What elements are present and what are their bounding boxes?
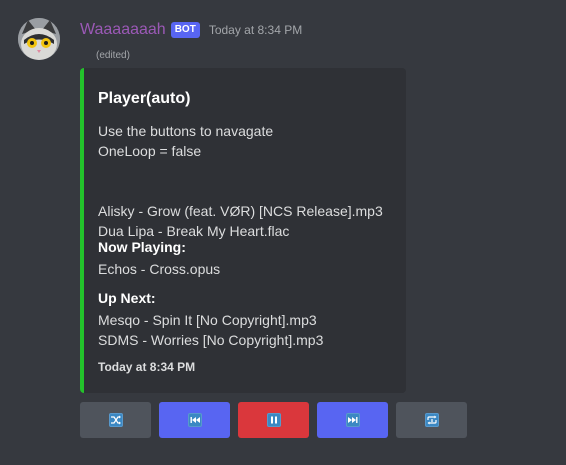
now-playing-track: Echos - Cross.opus xyxy=(98,261,221,277)
shuffle-icon xyxy=(108,413,123,427)
description-line: OneLoop = false xyxy=(98,143,202,159)
previous-track-button[interactable] xyxy=(159,402,230,438)
player-embed: Player(auto) Use the buttons to navagate… xyxy=(80,68,406,393)
now-playing-value: Echos - Cross.opus xyxy=(98,259,220,279)
next-track-button[interactable] xyxy=(317,402,388,438)
next-track-icon xyxy=(345,413,360,427)
message-timestamp[interactable]: Today at 8:34 PM xyxy=(209,23,302,37)
description-line: Use the buttons to navagate xyxy=(98,123,274,139)
up-next-track: Mesqo - Spin It [No Copyright].mp3 xyxy=(98,312,317,328)
up-next-label: Up Next: xyxy=(98,290,156,306)
up-next-track: SDMS - Worries [No Copyright].mp3 xyxy=(98,332,324,348)
pause-icon xyxy=(266,413,281,427)
avatar[interactable] xyxy=(18,18,60,60)
chat-message: Waaaaaaah BOT Today at 8:34 PM (edited) … xyxy=(0,0,566,465)
shuffle-button[interactable] xyxy=(80,402,151,438)
description-line xyxy=(98,161,383,181)
repeat-one-icon xyxy=(424,413,439,427)
previous-track-icon xyxy=(187,413,202,427)
now-playing-label: Now Playing: xyxy=(98,239,186,255)
message-header: Waaaaaaah BOT Today at 8:34 PM xyxy=(80,19,302,41)
queue-history-item: Alisky - Grow (feat. VØR) [NCS Release].… xyxy=(98,203,383,219)
bot-tag: BOT xyxy=(170,22,200,38)
description-line xyxy=(98,181,383,201)
embed-title: Player(auto) xyxy=(98,90,191,107)
queue-history-item: Dua Lipa - Break My Heart.flac xyxy=(98,223,290,239)
embed-description: Use the buttons to navagate OneLoop = fa… xyxy=(98,121,383,241)
edited-label: (edited) xyxy=(96,50,130,61)
username[interactable]: Waaaaaaah xyxy=(80,21,166,39)
cat-avatar-icon xyxy=(18,18,60,60)
pause-button[interactable] xyxy=(238,402,309,438)
embed-footer-timestamp: Today at 8:34 PM xyxy=(98,360,196,374)
repeat-one-button[interactable] xyxy=(396,402,467,438)
up-next-list: Mesqo - Spin It [No Copyright].mp3 SDMS … xyxy=(98,310,323,350)
